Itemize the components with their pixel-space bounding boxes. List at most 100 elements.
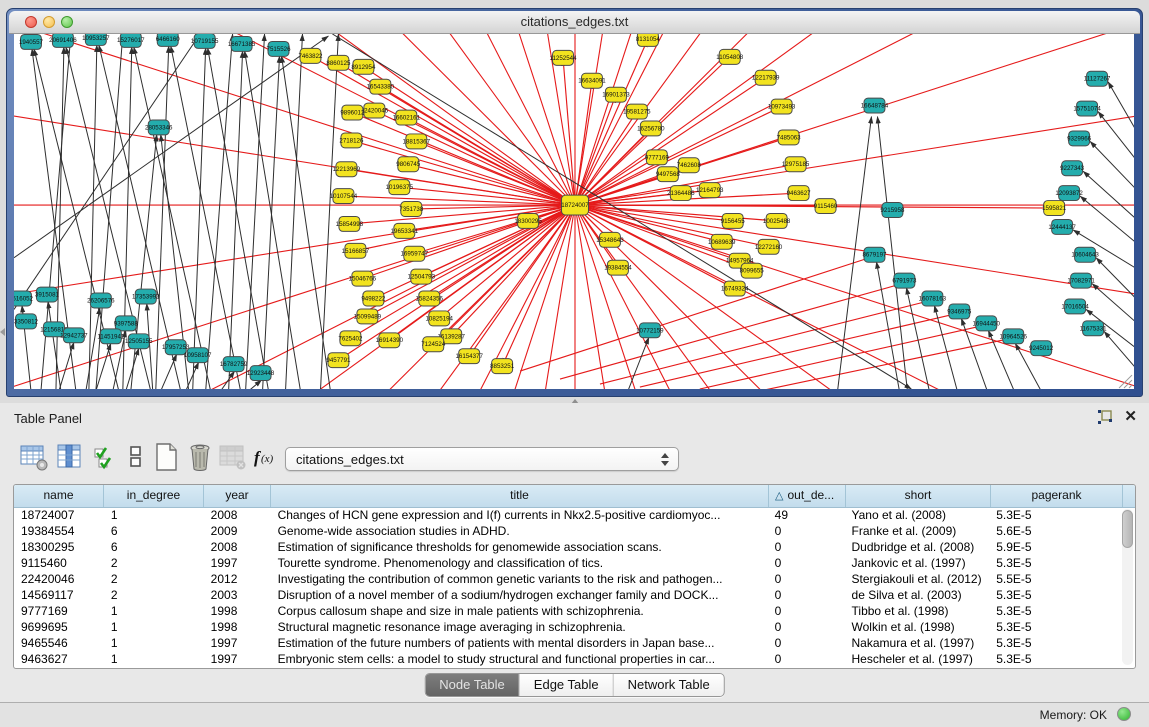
graph-node[interactable]: 7625402 xyxy=(338,331,363,346)
graph-node[interactable]: 8860125 xyxy=(326,55,351,70)
graph-node[interactable]: 9806745 xyxy=(396,157,421,172)
graph-node[interactable]: 11252544 xyxy=(550,50,578,65)
graph-node[interactable]: 3350812 xyxy=(14,314,39,329)
graph-node[interactable]: 16749324 xyxy=(721,281,749,296)
graph-node[interactable]: 8099655 xyxy=(740,263,765,278)
graph-node[interactable]: 16256780 xyxy=(637,121,665,136)
column-header-title[interactable]: title xyxy=(271,485,769,507)
graph-node[interactable]: 1595821 xyxy=(1042,201,1067,216)
sidebar-collapse-arrow-icon[interactable] xyxy=(0,328,5,336)
graph-node[interactable]: 19384554 xyxy=(604,260,632,275)
graph-node[interactable]: 16634091 xyxy=(578,73,606,88)
graph-node[interactable]: 7124524 xyxy=(421,337,446,352)
graph-node[interactable]: 6466160 xyxy=(156,34,181,46)
column-header-year[interactable]: year xyxy=(204,485,271,507)
graph-node[interactable]: 12504793 xyxy=(408,269,436,284)
graph-node[interactable]: 15824356 xyxy=(416,291,444,306)
graph-node[interactable]: 9329966 xyxy=(1067,131,1092,146)
scrollbar-thumb[interactable] xyxy=(1122,510,1133,548)
graph-node[interactable]: 10196375 xyxy=(386,180,414,195)
network-canvas[interactable]: 1940557206914061095325715276017646616010… xyxy=(14,34,1134,389)
graph-node[interactable]: 10107544 xyxy=(330,189,358,204)
graph-node[interactable]: 15348643 xyxy=(596,232,624,247)
table-row[interactable]: 946554611997Estimation of the future num… xyxy=(14,635,1121,651)
table-row[interactable]: 1938455462009Genome-wide association stu… xyxy=(14,523,1121,539)
graph-node[interactable]: 26206576 xyxy=(87,293,115,308)
graph-node[interactable]: 8853251 xyxy=(490,359,515,374)
graph-node[interactable]: 16914390 xyxy=(376,333,404,348)
graph-node[interactable]: 9346975 xyxy=(947,304,972,319)
graph-node[interactable]: 8131054 xyxy=(636,34,661,46)
graph-node[interactable]: 15166857 xyxy=(342,243,370,258)
tab-node-table[interactable]: Node Table xyxy=(425,674,520,696)
graph-node[interactable]: 28053346 xyxy=(145,120,173,135)
graph-node[interactable]: 8912954 xyxy=(351,59,376,74)
close-icon[interactable]: ✕ xyxy=(1124,407,1137,425)
select-all-icon[interactable] xyxy=(90,441,122,473)
graph-node[interactable]: 10964526 xyxy=(999,329,1027,344)
graph-node[interactable]: 9245012 xyxy=(1029,341,1054,356)
graph-node[interactable]: 9498222 xyxy=(361,291,386,306)
graph-node[interactable]: 16944450 xyxy=(973,316,1001,331)
graph-node[interactable]: 12093872 xyxy=(1055,186,1083,201)
graph-node[interactable]: 19581275 xyxy=(623,104,651,119)
graph-node[interactable]: 11451941 xyxy=(97,329,125,344)
graph-node[interactable]: 7463822 xyxy=(298,48,323,63)
graph-node[interactable]: 9156455 xyxy=(721,213,746,228)
graph-node[interactable]: 10604643 xyxy=(1071,247,1099,262)
graph-node[interactable]: 20691406 xyxy=(49,34,77,47)
graph-node[interactable]: 16543380 xyxy=(367,79,395,94)
table-row[interactable]: 1872400712008Changes of HCN gene express… xyxy=(14,507,1121,523)
new-document-icon[interactable] xyxy=(150,441,182,473)
graph-node[interactable]: 11675331 xyxy=(1080,321,1108,336)
tab-network-table[interactable]: Network Table xyxy=(614,674,724,696)
graph-node[interactable]: 10719155 xyxy=(191,34,219,48)
tab-edge-table[interactable]: Edge Table xyxy=(520,674,614,696)
graph-node[interactable]: 12923448 xyxy=(247,366,275,381)
graph-node[interactable]: 2516052 xyxy=(14,291,34,306)
graph-node[interactable]: 12213969 xyxy=(333,162,361,177)
graph-node[interactable]: 8679197 xyxy=(862,247,887,262)
graph-node[interactable]: 6791973 xyxy=(892,273,917,288)
table-vertical-scrollbar[interactable] xyxy=(1122,509,1133,665)
function-builder-icon[interactable]: f(x) xyxy=(250,441,282,473)
graph-node[interactable]: 12272160 xyxy=(755,239,783,254)
table-selector-dropdown[interactable]: citations_edges.txt xyxy=(285,447,679,471)
network-graph[interactable]: 1940557206914061095325715276017646616010… xyxy=(14,34,1134,389)
graph-node[interactable]: 7485063 xyxy=(777,130,802,145)
table-row[interactable]: 969969511998Structural magnetic resonanc… xyxy=(14,619,1121,635)
graph-node[interactable]: 15751074 xyxy=(1073,101,1101,116)
graph-node[interactable]: 9463627 xyxy=(787,186,812,201)
graph-node[interactable]: 12975185 xyxy=(782,157,810,172)
column-header-short[interactable]: short xyxy=(846,485,991,507)
graph-node[interactable]: 12164793 xyxy=(696,183,724,198)
graph-node[interactable]: 17353992 xyxy=(132,289,160,304)
graph-node[interactable]: 16154377 xyxy=(455,349,483,364)
graph-node[interactable]: 16648784 xyxy=(861,98,889,113)
network-window-titlebar[interactable]: citations_edges.txt xyxy=(9,11,1140,34)
graph-node[interactable]: 19653341 xyxy=(391,223,419,238)
graph-node[interactable]: 10953257 xyxy=(82,34,110,45)
graph-node[interactable]: 17016504 xyxy=(1061,299,1089,314)
graph-node[interactable]: 16671385 xyxy=(228,36,256,51)
graph-node[interactable]: 10825194 xyxy=(426,311,454,326)
graph-node[interactable]: 16078163 xyxy=(919,291,947,306)
graph-node[interactable]: 3915081 xyxy=(35,287,60,302)
graph-node[interactable]: 21364486 xyxy=(667,186,695,201)
graph-node[interactable]: 2718126 xyxy=(339,133,364,148)
graph-node[interactable]: 18724007 xyxy=(561,195,589,215)
graph-node[interactable]: 16901373 xyxy=(602,87,630,102)
graph-node[interactable]: 7515526 xyxy=(267,41,292,56)
graph-node[interactable]: 12942737 xyxy=(60,328,88,343)
table-row[interactable]: 946362711997Embryonic stem cells: a mode… xyxy=(14,651,1121,667)
graph-node[interactable]: 16959747 xyxy=(401,246,429,261)
graph-node[interactable]: 7462608 xyxy=(677,158,702,173)
column-header-out_de[interactable]: △out_de... xyxy=(769,485,846,507)
table-row[interactable]: 977716911998Corpus callosum shape and si… xyxy=(14,603,1121,619)
graph-node[interactable]: 10689639 xyxy=(708,234,736,249)
table-settings-icon[interactable] xyxy=(18,441,50,473)
table-columns-icon[interactable] xyxy=(54,441,86,473)
graph-node[interactable]: 9896012 xyxy=(340,105,365,120)
table-row[interactable]: 911546021997Tourette syndrome. Phenomeno… xyxy=(14,555,1121,571)
graph-node[interactable]: 10772159 xyxy=(636,323,664,338)
